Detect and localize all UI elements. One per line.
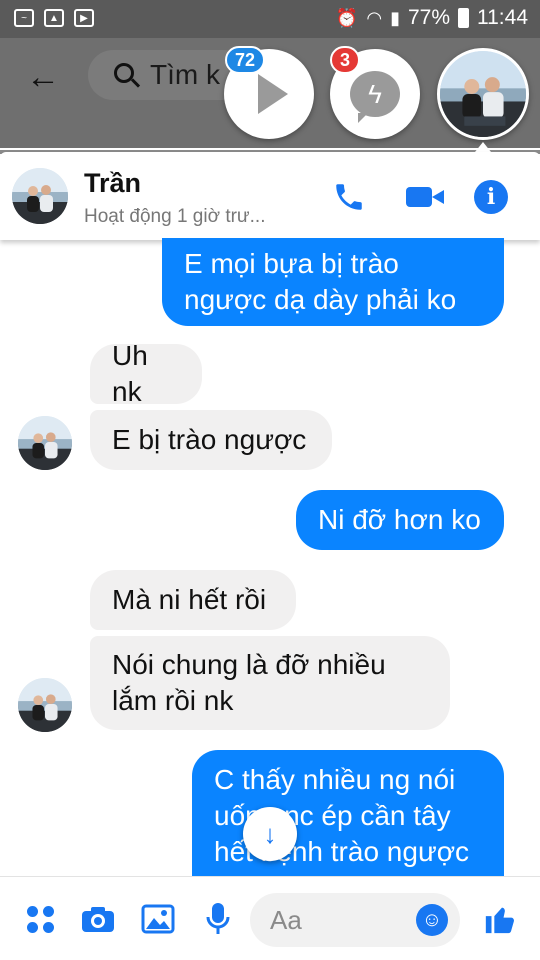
search-icon	[114, 63, 134, 83]
play-icon	[258, 74, 288, 114]
camera-button[interactable]	[80, 901, 116, 937]
system-icons: ⏰ ◠ ▮ 77% 11:44	[336, 6, 528, 30]
camera-icon	[82, 907, 114, 932]
message-text: E bị trào ngược	[112, 424, 307, 455]
search-placeholder: Tìm k	[150, 59, 220, 90]
image-icon	[141, 904, 175, 934]
message-text: Ni đỡ hơn ko	[318, 504, 481, 535]
active-status: Hoạt động 1 giờ trư...	[84, 206, 266, 227]
microphone-icon	[206, 903, 230, 934]
message-text: C thấy nhiều ng nói	[214, 764, 456, 795]
chat-header: Trần Hoạt động 1 giờ trư... i	[0, 152, 540, 240]
message-composer: Aa ☺	[0, 876, 540, 960]
messenger-icon: ϟ	[350, 71, 400, 123]
chat-head-caret	[475, 142, 491, 152]
emoji-icon[interactable]: ☺	[416, 904, 448, 936]
message-text: Uh nk	[112, 340, 148, 407]
message-input-placeholder: Aa	[270, 905, 302, 935]
message-input[interactable]: Aa ☺	[250, 893, 460, 947]
contact-name: Trần	[84, 168, 142, 198]
voice-call-button[interactable]	[330, 180, 368, 214]
video-count-badge: 72	[225, 46, 266, 74]
phone-icon	[336, 184, 362, 210]
info-icon: i	[474, 180, 508, 214]
arrow-down-icon: ↓	[263, 818, 277, 849]
message-bubble-outgoing[interactable]: Ni đỡ hơn ko	[296, 490, 504, 550]
message-bubble-incoming[interactable]: E bị trào ngược	[90, 410, 332, 470]
couple-photo	[440, 51, 526, 137]
message-bubble-incoming[interactable]: Uh nk	[90, 340, 202, 407]
message-bubble-incoming[interactable]: Nói chung là đỡ nhiều lắm rồi nk	[90, 636, 450, 730]
like-button[interactable]	[482, 901, 518, 937]
back-arrow-icon[interactable]: ←	[26, 58, 60, 97]
message-text: E mọi bựa bị trào	[184, 248, 399, 279]
voice-record-button[interactable]	[200, 901, 236, 937]
notification-icons: ~ ▲ ▶	[14, 9, 94, 27]
message-text: Mà ni hết rồi	[112, 584, 267, 615]
alarm-icon: ⏰	[335, 7, 359, 28]
couple-photo	[12, 168, 68, 224]
sender-avatar[interactable]	[18, 678, 72, 732]
couple-photo	[18, 416, 72, 470]
activity-icon: ~	[14, 9, 34, 27]
couple-photo	[18, 678, 72, 732]
gallery-icon: ▲	[44, 9, 64, 27]
signal-icon: ▮	[390, 7, 400, 28]
video-camera-icon	[406, 187, 444, 207]
more-actions-button[interactable]	[22, 901, 58, 937]
sender-avatar[interactable]	[18, 416, 72, 470]
info-button[interactable]: i	[472, 180, 510, 214]
unread-count-badge: 3	[330, 46, 361, 74]
status-bar: ~ ▲ ▶ ⏰ ◠ ▮ 77% 11:44	[0, 0, 540, 38]
message-bubble-outgoing[interactable]: E mọi bựa bị trào ngược dạ dày phải ko	[162, 238, 504, 326]
message-text: Nói chung là đỡ nhiều	[112, 649, 386, 680]
contact-avatar[interactable]	[12, 168, 68, 224]
battery-percent: 77%	[407, 6, 450, 29]
video-call-button[interactable]	[400, 180, 444, 214]
scroll-to-bottom-button[interactable]: ↓	[243, 807, 297, 861]
message-text: ngược dạ dày phải ko	[184, 284, 457, 315]
message-text: lắm rồi nk	[112, 685, 234, 716]
youtube-icon: ▶	[74, 9, 94, 27]
thumbs-up-icon	[485, 907, 514, 934]
battery-icon	[458, 8, 469, 28]
message-bubble-outgoing[interactable]: C thấy nhiều ng nói uống nc ép cần tây h…	[192, 750, 504, 876]
wifi-icon: ◠	[366, 7, 383, 28]
message-bubble-incoming[interactable]: Mà ni hết rồi	[90, 570, 296, 630]
four-dots-icon	[26, 905, 54, 933]
contact-chat-head[interactable]	[437, 48, 529, 140]
clock: 11:44	[477, 6, 528, 29]
gallery-button[interactable]	[140, 901, 176, 937]
